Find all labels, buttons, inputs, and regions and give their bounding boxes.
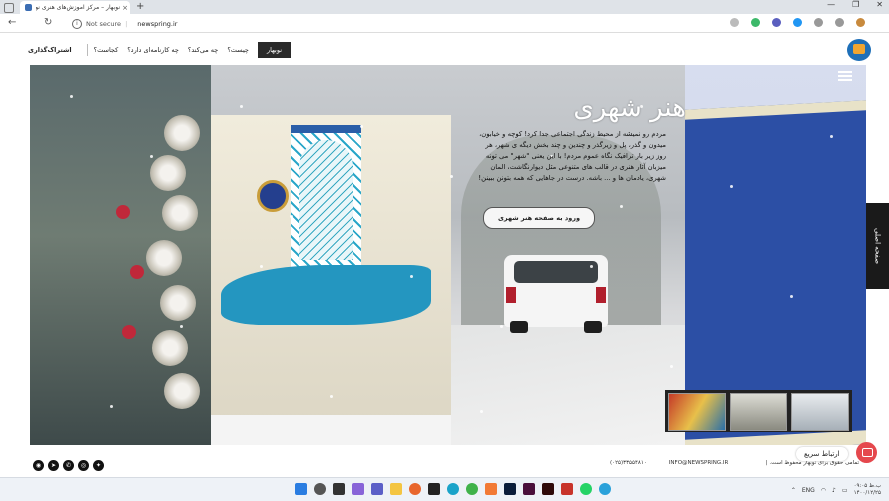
social-links: ◉ ➤ ✆ ◎ ✦ xyxy=(33,460,104,471)
photoshop-icon[interactable] xyxy=(504,483,516,495)
refresh-icon[interactable]: ↻ xyxy=(44,17,52,28)
windows-taskbar: ⌃ ENG ◠ ♪ ▭ ب.ظ ۰۹:۰۵ ۱۴۰۰/۱۲/۲۵ xyxy=(0,477,889,501)
email-address[interactable]: INFO@NEWSPRING.IR xyxy=(669,460,729,466)
taskbar-apps xyxy=(295,483,611,495)
window-controls: — ❐ ✕ xyxy=(827,0,883,9)
nav-item-active[interactable]: نوبهار xyxy=(257,42,292,58)
favorites-icon[interactable] xyxy=(814,18,823,27)
tab-close-button[interactable]: × xyxy=(120,4,130,12)
profile-icon[interactable] xyxy=(856,18,865,27)
widgets-icon[interactable] xyxy=(352,483,364,495)
site-footer: ◉ ➤ ✆ ◎ ✦ (۰۲۵)۳۳۵۵۴۸۱۰ INFO@NEWSPRING.I… xyxy=(0,445,889,475)
volume-icon[interactable]: ♪ xyxy=(832,487,836,494)
app-icon[interactable] xyxy=(428,483,440,495)
slide-thumbnail[interactable] xyxy=(791,393,850,431)
site-logo[interactable] xyxy=(847,39,871,61)
app-icon[interactable] xyxy=(485,483,497,495)
maximize-button[interactable]: ❐ xyxy=(852,0,859,9)
chat-icon[interactable] xyxy=(856,442,877,463)
contact-info: (۰۲۵)۳۳۵۵۴۸۱۰ INFO@NEWSPRING.IR xyxy=(610,460,728,466)
back-icon[interactable]: ← xyxy=(8,17,16,28)
nav-item-does[interactable]: چه می‌کند؟ xyxy=(188,46,218,54)
battery-icon[interactable]: ▭ xyxy=(842,487,848,494)
system-tray: ⌃ ENG ◠ ♪ ▭ ب.ظ ۰۹:۰۵ ۱۴۰۰/۱۲/۲۵ xyxy=(791,483,881,497)
nav-item-record[interactable]: چه کارنامه‌ای دارد؟ xyxy=(127,46,179,54)
address-bar: ← ↻ i Not secure | newspring.ir xyxy=(0,14,889,33)
url-field[interactable]: newspring.ir xyxy=(137,20,177,28)
edge-icon[interactable] xyxy=(447,483,459,495)
wifi-icon[interactable]: ◠ xyxy=(821,487,826,494)
aparat-icon[interactable]: ◉ xyxy=(33,460,44,471)
car-image xyxy=(504,255,608,333)
instagram-icon[interactable]: ◎ xyxy=(78,460,89,471)
telegram-icon[interactable]: ➤ xyxy=(48,460,59,471)
acrobat-icon[interactable] xyxy=(561,483,573,495)
nav-divider xyxy=(86,44,88,56)
minimize-button[interactable]: — xyxy=(827,0,835,9)
file-explorer-icon[interactable] xyxy=(390,483,402,495)
search-icon[interactable] xyxy=(314,483,326,495)
clock-time: ب.ظ ۰۹:۰۵ xyxy=(853,483,881,489)
browser-tab[interactable]: نوبهار – مرکز آموزش‌های هنری نو... × xyxy=(20,1,130,14)
read-aloud-icon[interactable] xyxy=(730,18,739,27)
window-menu-icon[interactable] xyxy=(4,3,14,13)
hero-slider: هنر شهری مردم رو نمیشه از محیط زندگی اجت… xyxy=(30,65,866,445)
phone-number[interactable]: (۰۲۵)۳۳۵۵۴۸۱۰ xyxy=(610,460,647,466)
clock-date: ۱۴۰۰/۱۲/۲۵ xyxy=(853,490,881,496)
hero-left-image xyxy=(30,65,211,445)
quick-contact-label[interactable]: ارتباط سریع xyxy=(796,447,848,461)
firefox-icon[interactable] xyxy=(409,483,421,495)
slide-thumbnail[interactable] xyxy=(729,393,788,431)
tab-title: نوبهار – مرکز آموزش‌های هنری نو... xyxy=(36,4,120,11)
main-nav: اشتراک‌گذاری کجاست؟ چه کارنامه‌ای دارد؟ … xyxy=(28,42,292,58)
nav-subscription[interactable]: اشتراک‌گذاری xyxy=(28,46,72,54)
indesign-icon[interactable] xyxy=(523,483,535,495)
twitter-icon[interactable]: ✦ xyxy=(93,460,104,471)
favicon-icon xyxy=(25,4,32,11)
new-tab-button[interactable]: + xyxy=(136,1,144,12)
hero-right-image xyxy=(685,65,866,445)
nav-item-what[interactable]: چیست؟ xyxy=(227,46,249,54)
extension-icon[interactable] xyxy=(772,18,781,27)
site-header: اشتراک‌گذاری کجاست؟ چه کارنامه‌ای دارد؟ … xyxy=(0,33,889,65)
illustrator-icon[interactable] xyxy=(542,483,554,495)
close-window-button[interactable]: ✕ xyxy=(876,0,883,9)
extension-icon[interactable] xyxy=(793,18,802,27)
task-view-icon[interactable] xyxy=(333,483,345,495)
slider-thumbnails xyxy=(665,390,852,432)
whatsapp-icon[interactable]: ✆ xyxy=(63,460,74,471)
monument-image xyxy=(211,115,451,445)
nav-item-where[interactable]: کجاست؟ xyxy=(94,46,119,54)
collections-icon[interactable] xyxy=(835,18,844,27)
home-side-tab[interactable]: صفحه اصلی xyxy=(866,203,889,289)
chrome-icon[interactable] xyxy=(466,483,478,495)
browser-tab-bar: نوبهار – مرکز آموزش‌های هنری نو... × + —… xyxy=(0,0,889,14)
info-icon: i xyxy=(72,19,82,29)
browser-toolbar-icons xyxy=(730,18,865,27)
hero-description: مردم رو نمیشه از محیط زندگی اجتماعی جدا … xyxy=(478,130,666,182)
start-icon[interactable] xyxy=(295,483,307,495)
clock[interactable]: ب.ظ ۰۹:۰۵ ۱۴۰۰/۱۲/۲۵ xyxy=(854,483,881,497)
language-indicator[interactable]: ENG xyxy=(802,487,815,494)
slide-thumbnail[interactable] xyxy=(668,393,726,431)
extension-icon[interactable] xyxy=(751,18,760,27)
chevron-up-icon[interactable]: ⌃ xyxy=(791,487,796,494)
security-label: Not secure xyxy=(86,20,122,28)
security-indicator[interactable]: i Not secure | newspring.ir xyxy=(72,19,177,29)
decorative-plates xyxy=(116,115,205,415)
hero-title: هنر شهری xyxy=(573,93,686,123)
telegram-app-icon[interactable] xyxy=(599,483,611,495)
enter-urban-art-button[interactable]: ورود به صفحه هنر شهری xyxy=(483,207,595,229)
menu-icon[interactable] xyxy=(838,71,852,81)
teams-icon[interactable] xyxy=(371,483,383,495)
whatsapp-app-icon[interactable] xyxy=(580,483,592,495)
